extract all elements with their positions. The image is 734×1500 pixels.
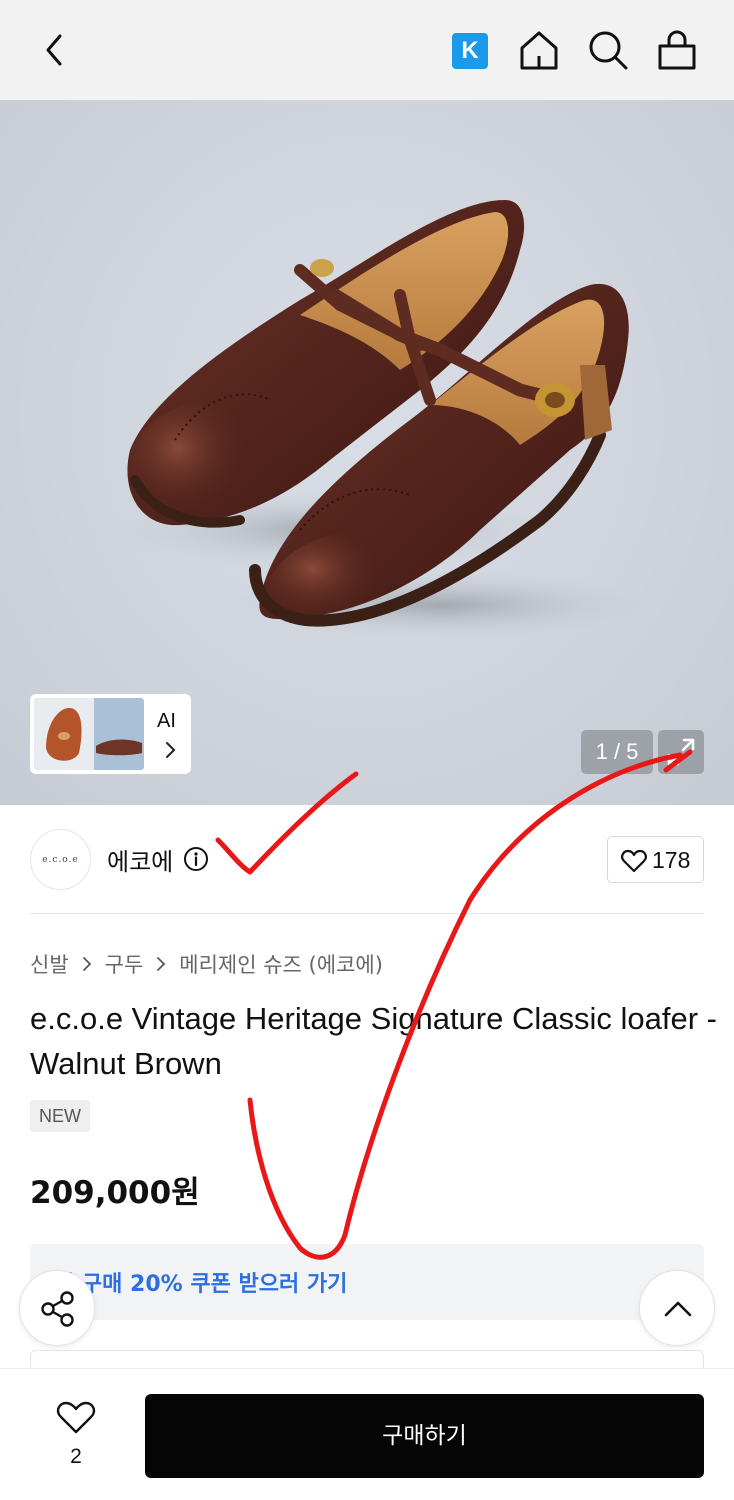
- brand-name[interactable]: 에코에: [107, 842, 173, 877]
- breadcrumb-item[interactable]: 신발: [30, 949, 69, 979]
- shopping-bag-icon: [658, 30, 696, 70]
- share-icon: [41, 1291, 74, 1327]
- breadcrumb-item[interactable]: 메리제인 슈즈 (에코에): [179, 949, 383, 979]
- home-button[interactable]: [517, 28, 561, 72]
- share-button[interactable]: [19, 1270, 95, 1346]
- divider: [30, 913, 704, 914]
- buy-button[interactable]: 구매하기: [145, 1394, 704, 1478]
- product-price: 209,000원: [30, 1175, 200, 1211]
- breadcrumb: 신발 구두 메리제인 슈즈 (에코에): [30, 949, 383, 979]
- chevron-right-icon: [82, 957, 91, 971]
- new-badge: NEW: [30, 1100, 90, 1132]
- product-image-gallery[interactable]: AI 1 / 5: [0, 100, 734, 805]
- breadcrumb-item[interactable]: 구두: [105, 949, 144, 979]
- coupon-text: 첫 구매 20% 쿠폰 받으러 가기: [54, 1272, 348, 1297]
- kakao-k-icon[interactable]: K: [452, 33, 488, 69]
- brand-logo[interactable]: e.c.o.e: [30, 829, 91, 890]
- chevron-left-icon: [46, 34, 62, 66]
- product-title: e.c.o.e Vintage Heritage Signature Class…: [30, 1001, 717, 1081]
- wishlist-count: 2: [70, 1445, 82, 1468]
- info-icon[interactable]: [183, 846, 209, 872]
- search-button[interactable]: [586, 28, 630, 72]
- back-button[interactable]: [36, 28, 76, 72]
- chevron-right-icon: [157, 957, 166, 971]
- search-icon: [589, 31, 628, 70]
- top-app-bar: K: [0, 0, 734, 100]
- ai-thumbnail-card[interactable]: AI: [30, 694, 191, 774]
- cart-button[interactable]: [655, 28, 699, 72]
- expand-button[interactable]: [658, 730, 704, 774]
- brand-like-button[interactable]: 178: [607, 836, 704, 883]
- bottom-purchase-bar: 2 구매하기: [0, 1368, 734, 1500]
- scroll-to-top-button[interactable]: [639, 1270, 715, 1346]
- heart-icon: [621, 849, 647, 873]
- home-icon: [520, 31, 558, 70]
- brand-like-count: 178: [652, 847, 691, 873]
- expand-icon: [667, 738, 695, 766]
- image-counter: 1 / 5: [581, 730, 653, 774]
- coupon-banner[interactable]: 첫 구매 20% 쿠폰 받으러 가기: [30, 1244, 704, 1320]
- chevron-right-icon: [166, 742, 176, 758]
- chevron-up-icon: [664, 1301, 692, 1317]
- ai-label: AI: [157, 710, 176, 732]
- wishlist-heart-icon[interactable]: [56, 1401, 96, 1435]
- thumbnail-image: [34, 698, 144, 770]
